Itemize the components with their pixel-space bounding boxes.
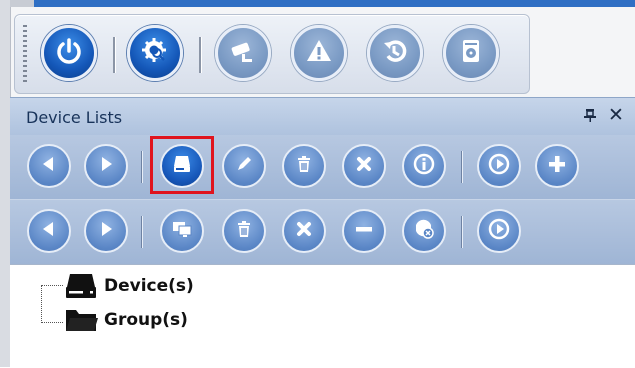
panel-header: Device Lists ✕ [10,97,635,136]
close-x-icon [353,153,375,179]
main-toolbar [14,14,530,94]
remove-button[interactable] [282,209,326,253]
top-strip-left [10,0,34,7]
panel-title: Device Lists [26,108,123,127]
toolbar-separator [199,37,202,73]
toolbar-separator [141,151,143,183]
plus-icon [546,153,568,179]
close-x-icon [293,218,315,244]
settings-search-button[interactable] [127,25,183,81]
monitors-icon [170,217,194,245]
selection-highlight [150,136,214,194]
top-strip [34,0,635,7]
camera-button[interactable] [215,25,271,81]
toolbar-grip[interactable] [23,25,27,85]
power-icon [54,36,84,70]
power-button[interactable] [41,25,97,81]
camera-icon [228,36,258,70]
tree-connector [41,285,63,286]
toolbar-separator [461,216,463,248]
group-toolbar [10,199,635,264]
remove-button[interactable] [342,144,386,188]
playback-icon [380,36,410,70]
close-icon[interactable]: ✕ [608,104,624,126]
trash-icon [233,218,255,244]
tree-connector [41,322,63,323]
next-icon [95,218,117,244]
disk-button[interactable] [443,25,499,81]
previous-button[interactable] [27,144,71,188]
tree-item-devices[interactable]: Device(s) [64,272,194,300]
device-icon [64,272,98,300]
device-toolbar [10,135,635,199]
play-button[interactable] [477,144,521,188]
next-button[interactable] [84,209,128,253]
playback-button[interactable] [367,25,423,81]
monitors-button[interactable] [160,209,204,253]
folder-icon [64,306,98,334]
edit-button[interactable] [222,144,266,188]
toolbar-separator [461,151,463,183]
minus-button[interactable] [342,209,386,253]
tree-connector [41,285,42,323]
gear-magnify-icon [139,35,171,71]
play-icon [487,217,511,245]
tree-item-label: Device(s) [104,276,194,296]
info-icon [412,152,436,180]
trash-icon [293,153,315,179]
alert-icon [304,36,334,70]
play-icon [487,152,511,180]
app-window: Device Lists ✕ Device(s) Group(s) [0,0,635,368]
edit-icon [233,153,255,179]
info-button[interactable] [402,144,446,188]
next-icon [95,153,117,179]
toolbar-separator [141,216,143,248]
device-lists-panel: Device Lists ✕ Device(s) Group(s) [10,97,635,368]
camera-remove-button[interactable] [402,209,446,253]
device-tree: Device(s) Group(s) [10,264,635,368]
previous-icon [38,153,60,179]
next-button[interactable] [84,144,128,188]
toolbar-separator [113,37,116,73]
disk-icon [456,36,486,70]
play-button[interactable] [477,209,521,253]
tree-item-groups[interactable]: Group(s) [64,306,188,334]
minus-icon [353,218,375,244]
camera-remove-icon [412,217,436,245]
previous-icon [38,218,60,244]
tree-item-label: Group(s) [104,310,188,330]
delete-button[interactable] [222,209,266,253]
add-button[interactable] [535,144,579,188]
pin-icon[interactable] [582,107,598,127]
alert-button[interactable] [291,25,347,81]
delete-button[interactable] [282,144,326,188]
previous-button[interactable] [27,209,71,253]
